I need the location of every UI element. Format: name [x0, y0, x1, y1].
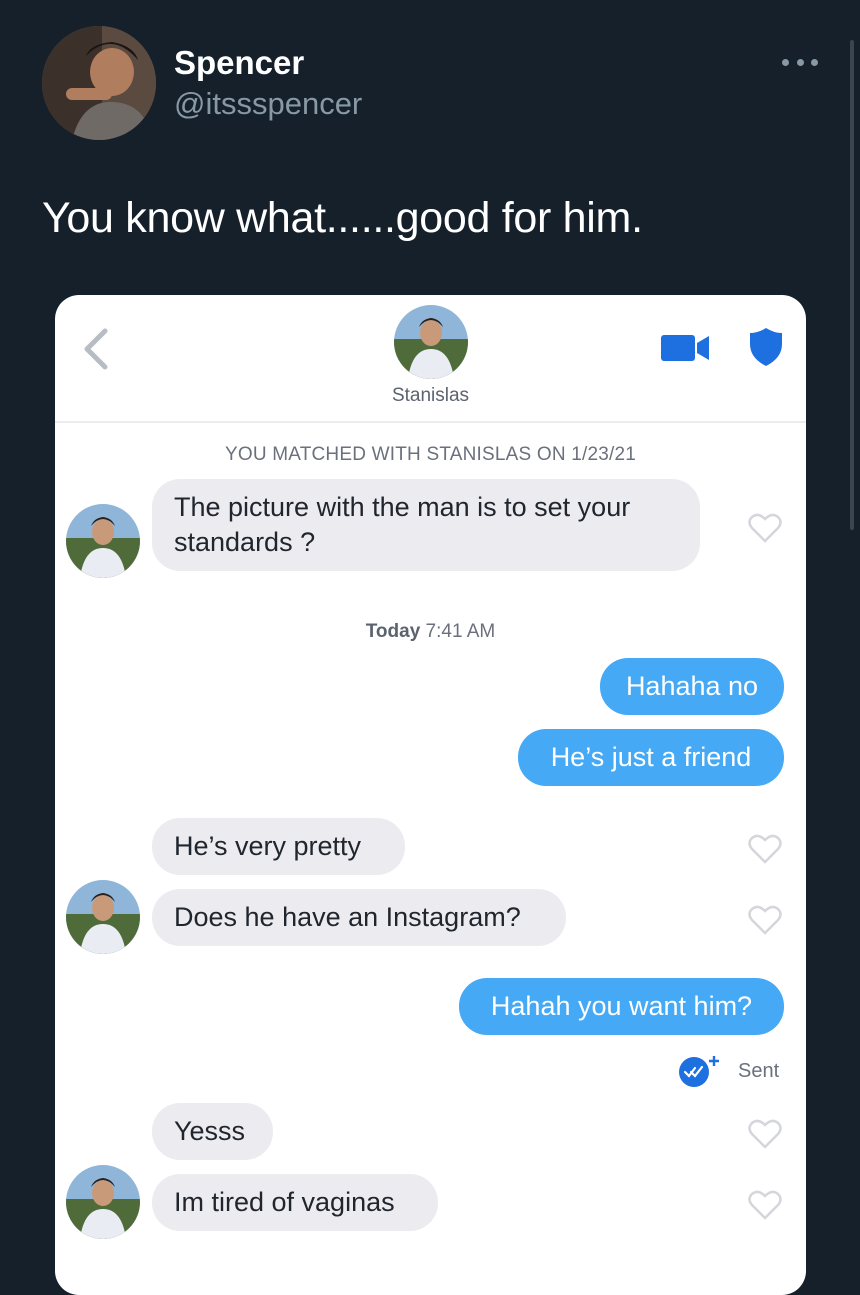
author-handle[interactable]: @itssspencer [174, 86, 362, 122]
sender-avatar[interactable] [66, 880, 140, 954]
match-name: Stanislas [391, 385, 470, 406]
more-icon[interactable] [782, 52, 818, 72]
heart-icon[interactable] [748, 1118, 782, 1155]
heart-icon[interactable] [748, 1189, 782, 1226]
timestamp: Today 7:41 AM [55, 621, 806, 643]
message-bubble-incoming[interactable]: The picture with the man is to set your … [152, 479, 700, 571]
back-icon[interactable] [81, 327, 111, 376]
heart-icon[interactable] [748, 904, 782, 941]
sender-avatar[interactable] [66, 504, 140, 578]
video-call-icon[interactable] [661, 333, 711, 368]
timestamp-time: 7:41 AM [425, 621, 496, 642]
chat-header: Stanislas [55, 295, 806, 423]
timestamp-day: Today [365, 621, 421, 642]
embedded-chat-screenshot[interactable]: Stanislas YOU MATCHED WITH STANISLAS ON … [55, 295, 806, 1295]
sender-avatar[interactable] [66, 1165, 140, 1239]
read-receipt-icon [678, 1054, 722, 1095]
message-bubble-incoming[interactable]: Im tired of vaginas [152, 1174, 438, 1231]
matched-banner: YOU MATCHED WITH STANISLAS ON 1/23/21 [224, 444, 637, 465]
match-avatar[interactable] [394, 305, 468, 379]
author-avatar[interactable] [42, 26, 156, 140]
message-bubble-incoming[interactable]: Does he have an Instagram? [152, 889, 566, 946]
scrollbar[interactable] [850, 40, 854, 530]
sent-status: Sent [738, 1060, 780, 1082]
author-name[interactable]: Spencer [174, 44, 304, 82]
message-bubble-incoming[interactable]: He’s very pretty [152, 818, 405, 875]
shield-icon[interactable] [748, 326, 784, 373]
message-bubble-outgoing[interactable]: Hahah you want him? [459, 978, 784, 1035]
tweet-text: You know what......good for him. [42, 194, 643, 242]
message-bubble-outgoing[interactable]: Hahaha no [600, 658, 784, 715]
heart-icon[interactable] [748, 512, 782, 549]
message-bubble-outgoing[interactable]: He’s just a friend [518, 729, 784, 786]
heart-icon[interactable] [748, 833, 782, 870]
message-bubble-incoming[interactable]: Yesss [152, 1103, 273, 1160]
